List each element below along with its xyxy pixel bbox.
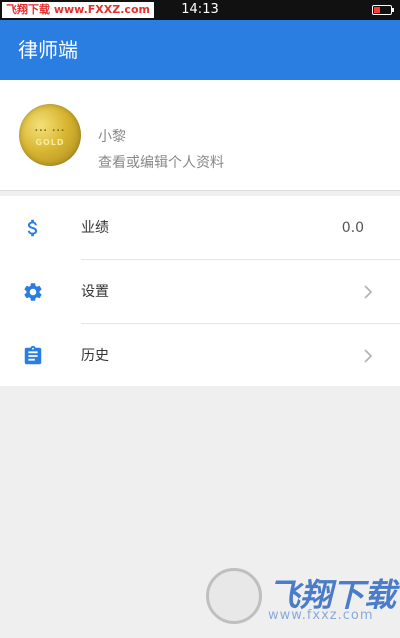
profile-name: 小黎 [98, 129, 126, 145]
dollar-icon [27, 219, 38, 237]
menu-item-performance[interactable]: 业绩 0.0 [0, 196, 400, 260]
profile-card[interactable]: ... ... GOLD 小黎 查看或编辑个人资料 [0, 80, 400, 191]
status-bar: 飞翔下载 www.FXXZ.com 14:13 [0, 0, 400, 20]
menu-label-settings: 设置 [81, 284, 109, 300]
profile-edit-link[interactable]: 查看或编辑个人资料 [98, 152, 224, 172]
avatar[interactable]: ... ... GOLD [19, 104, 81, 166]
watermark-logo-icon [206, 568, 262, 624]
status-time: 14:13 [181, 2, 219, 17]
menu-label-performance: 业绩 [81, 220, 109, 236]
avatar-text-top: ... ... [34, 124, 66, 134]
app-bar: 律师端 [0, 20, 400, 80]
battery-icon [372, 5, 394, 15]
chevron-right-icon [364, 349, 373, 363]
menu-label-history: 历史 [81, 348, 109, 364]
avatar-text-bottom: GOLD [35, 138, 65, 147]
watermark: 飞翔下载 www.fxxz.com [206, 568, 396, 628]
chevron-right-icon [364, 285, 373, 299]
clipboard-icon [24, 345, 42, 365]
menu-item-settings[interactable]: 设置 [0, 260, 400, 324]
menu-item-history[interactable]: 历史 [0, 324, 400, 388]
gear-icon [24, 283, 42, 301]
battery-level [374, 7, 380, 13]
watermark-url: www.fxxz.com [268, 608, 374, 623]
performance-value: 0.0 [341, 220, 364, 236]
menu-list: 业绩 0.0 设置 历史 [0, 196, 400, 386]
app-title: 律师端 [18, 38, 78, 62]
